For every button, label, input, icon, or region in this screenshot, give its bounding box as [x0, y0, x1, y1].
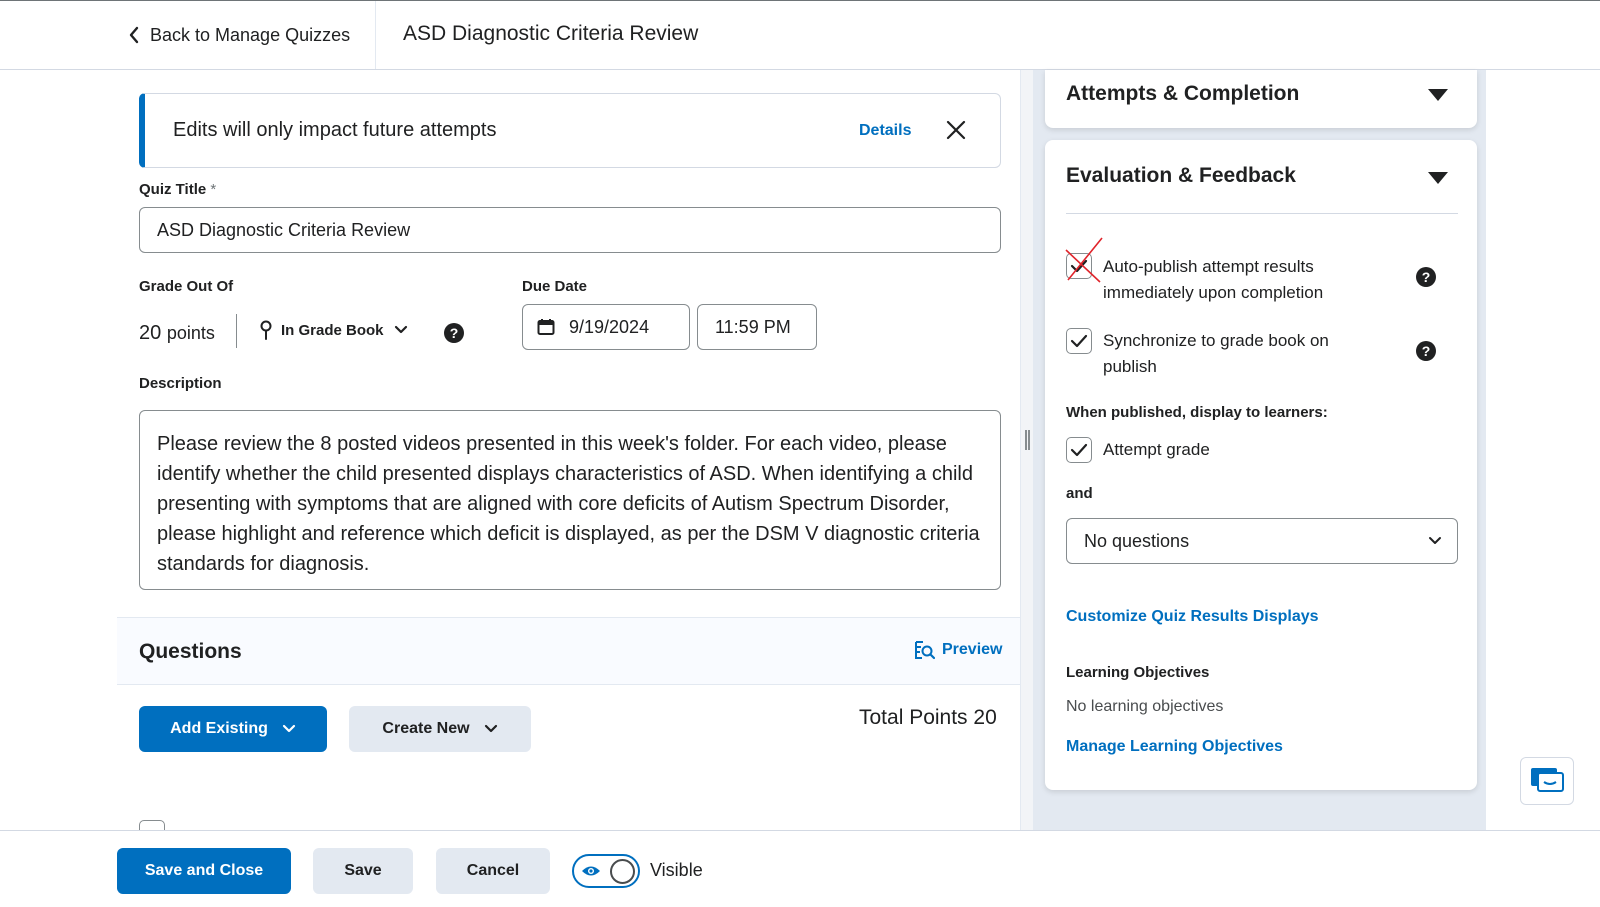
create-new-button[interactable]: Create New [349, 706, 531, 752]
due-date-label: Due Date [522, 278, 588, 295]
due-date-input[interactable]: 9/19/2024 [522, 304, 690, 350]
checkmark-icon [1070, 334, 1088, 348]
caret-down-icon[interactable] [1427, 88, 1449, 102]
quiz-title-input[interactable]: ASD Diagnostic Criteria Review [139, 207, 1001, 253]
evaluation-feedback-card: Evaluation & Feedback Auto-publish attem… [1045, 140, 1477, 790]
panel-resize-handle[interactable] [1020, 70, 1034, 830]
customize-results-link[interactable]: Customize Quiz Results Displays [1066, 608, 1319, 626]
top-bar: Back to Manage Quizzes ASD Diagnostic Cr… [0, 0, 1600, 70]
visibility-toggle[interactable] [572, 854, 640, 888]
questions-section-header: Questions Preview [117, 617, 1024, 685]
and-label: and [1066, 485, 1093, 502]
close-icon[interactable] [945, 119, 967, 141]
cancel-button[interactable]: Cancel [436, 848, 550, 894]
preview-label: Preview [942, 641, 1003, 658]
grade-out-of-label: Grade Out Of [139, 278, 234, 295]
due-date-value: 9/19/2024 [569, 316, 650, 337]
chevron-down-icon [282, 724, 295, 733]
page-title: ASD Diagnostic Criteria Review [403, 22, 699, 45]
add-existing-button[interactable]: Add Existing [139, 706, 327, 752]
grade-value[interactable]: 20 points [139, 322, 215, 345]
caret-down-icon[interactable] [1427, 171, 1449, 185]
total-points: Total Points 20 [859, 706, 997, 729]
description-label: Description [139, 375, 222, 392]
display-to-learners-heading: When published, display to learners: [1066, 404, 1328, 421]
help-icon[interactable]: ? [1415, 340, 1437, 362]
eye-icon [582, 866, 600, 876]
grip-icon [1025, 430, 1030, 450]
questions-display-value: No questions [1084, 530, 1190, 551]
manage-objectives-link[interactable]: Manage Learning Objectives [1066, 738, 1283, 756]
quiz-title-label: Quiz Title * [139, 181, 217, 198]
preview-link[interactable]: Preview [913, 640, 1002, 660]
help-icon[interactable]: ? [443, 322, 465, 344]
notice-text: Edits will only impact future attempts [173, 119, 497, 141]
chevron-down-icon [484, 724, 497, 733]
sync-gradebook-checkbox[interactable] [1066, 328, 1092, 354]
save-button[interactable]: Save [313, 848, 413, 894]
chevron-left-icon [129, 26, 139, 44]
evaluation-feedback-title: Evaluation & Feedback [1066, 164, 1296, 187]
attempt-grade-checkbox[interactable] [1066, 437, 1092, 463]
attempt-grade-label: Attempt grade [1103, 440, 1210, 459]
divider [1066, 213, 1458, 214]
required-mark: * [210, 181, 217, 198]
preview-icon [915, 641, 935, 660]
help-icon[interactable]: ? [1415, 266, 1437, 288]
learning-objectives-heading: Learning Objectives [1066, 664, 1210, 681]
no-objectives-text: No learning objectives [1066, 698, 1224, 715]
save-and-close-button[interactable]: Save and Close [117, 848, 291, 894]
attempts-completion-card[interactable]: Attempts & Completion [1045, 70, 1477, 128]
chat-icon [1531, 768, 1564, 792]
checkmark-icon [1070, 443, 1088, 457]
sync-gradebook-label: Synchronize to grade book on publish [1103, 331, 1329, 376]
svg-text:?: ? [1422, 343, 1431, 359]
questions-display-select[interactable]: No questions [1066, 518, 1458, 564]
bottom-action-bar: Save and Close Save Cancel Visible [0, 830, 1600, 907]
svg-text:?: ? [1422, 269, 1431, 285]
grade-book-label: In Grade Book [281, 321, 384, 339]
description-editor[interactable]: Please review the 8 posted videos presen… [139, 410, 1001, 590]
red-cross-annotation [1065, 237, 1103, 283]
grade-unit: points [166, 323, 215, 343]
quiz-edit-main: Edits will only impact future attempts D… [117, 70, 1024, 846]
edit-notice-banner: Edits will only impact future attempts D… [139, 93, 1001, 168]
toggle-knob [610, 859, 635, 884]
calendar-icon [537, 319, 555, 335]
chevron-down-icon [1429, 537, 1441, 544]
svg-text:?: ? [450, 325, 459, 341]
back-to-manage-quizzes-link[interactable]: Back to Manage Quizzes [120, 1, 376, 69]
notice-details-link[interactable]: Details [859, 122, 911, 140]
divider [236, 314, 237, 348]
settings-panel: Attempts & Completion Evaluation & Feedb… [1034, 70, 1486, 830]
chat-feedback-button[interactable] [1520, 757, 1574, 805]
back-link-label: Back to Manage Quizzes [150, 24, 351, 45]
pin-icon [260, 320, 272, 340]
attempts-completion-title: Attempts & Completion [1066, 82, 1300, 105]
due-time-input[interactable]: 11:59 PM [697, 304, 817, 350]
grade-book-dropdown[interactable]: In Grade Book [259, 320, 416, 340]
auto-publish-label: Auto-publish attempt results immediately… [1103, 257, 1324, 302]
chevron-down-icon [394, 325, 407, 334]
visibility-label: Visible [650, 860, 703, 880]
questions-title: Questions [139, 640, 242, 663]
